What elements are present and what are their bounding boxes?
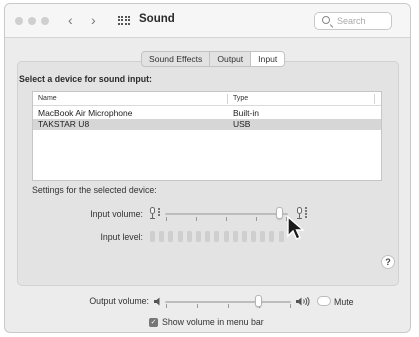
microphone-low-icon bbox=[148, 207, 158, 220]
mouse-pointer-icon bbox=[287, 215, 305, 240]
input-volume-track[interactable] bbox=[165, 213, 288, 215]
device-name: MacBook Air Microphone bbox=[38, 108, 133, 118]
level-segment bbox=[186, 231, 192, 242]
title-bar: ‹ › Sound Search bbox=[5, 4, 410, 38]
input-device-table: Name Type MacBook Air Microphone Built-i… bbox=[32, 91, 382, 181]
column-divider bbox=[374, 94, 375, 104]
level-segment bbox=[232, 231, 238, 242]
slider-tick bbox=[166, 217, 167, 221]
level-segment bbox=[214, 231, 220, 242]
zoom-window-button[interactable] bbox=[41, 17, 49, 25]
device-name: TAKSTAR U8 bbox=[38, 119, 90, 129]
input-volume-thumb[interactable] bbox=[275, 207, 283, 219]
sound-preferences-window: ‹ › Sound Search Sound Effects Output In… bbox=[4, 3, 411, 333]
slider-tick bbox=[197, 304, 198, 308]
level-segment bbox=[241, 231, 247, 242]
forward-button[interactable]: › bbox=[91, 13, 96, 27]
device-type: USB bbox=[233, 119, 251, 129]
minimize-window-button[interactable] bbox=[28, 17, 36, 25]
slider-tick bbox=[196, 217, 197, 221]
level-segment bbox=[150, 231, 155, 242]
device-type: Built-in bbox=[233, 108, 259, 118]
output-volume-thumb[interactable] bbox=[254, 295, 262, 307]
level-segment bbox=[278, 231, 284, 242]
speaker-low-icon bbox=[154, 297, 160, 306]
input-volume-label: Input volume: bbox=[90, 209, 143, 219]
level-segment bbox=[251, 231, 257, 242]
device-select-heading: Select a device for sound input: bbox=[19, 74, 152, 84]
search-field[interactable]: Search bbox=[314, 12, 392, 30]
device-row-takstar-u8[interactable]: TAKSTAR U8 USB bbox=[33, 119, 381, 130]
show-all-grid-icon[interactable] bbox=[118, 16, 130, 26]
column-divider bbox=[227, 94, 228, 104]
level-segment bbox=[223, 231, 229, 242]
level-segment bbox=[260, 231, 266, 242]
slider-tick bbox=[166, 304, 167, 308]
mute-toggle[interactable] bbox=[317, 296, 331, 306]
slider-tick bbox=[228, 304, 229, 308]
device-row-macbook-air-microphone[interactable]: MacBook Air Microphone Built-in bbox=[33, 108, 381, 119]
search-icon bbox=[322, 16, 330, 24]
level-segment bbox=[205, 231, 211, 242]
close-window-button[interactable] bbox=[15, 17, 23, 25]
show-volume-label: Show volume in menu bar bbox=[162, 317, 264, 327]
tab-sound-effects[interactable]: Sound Effects bbox=[142, 52, 211, 66]
level-segment bbox=[177, 231, 183, 242]
slider-tick bbox=[226, 217, 227, 221]
show-volume-checkbox[interactable]: ✓ bbox=[149, 318, 158, 327]
output-volume-label: Output volume: bbox=[89, 296, 149, 306]
level-segment bbox=[168, 231, 174, 242]
mute-label: Mute bbox=[334, 297, 354, 307]
back-button[interactable]: ‹ bbox=[68, 13, 73, 27]
column-header-type[interactable]: Type bbox=[233, 95, 248, 102]
help-button[interactable]: ? bbox=[381, 255, 395, 269]
window-title: Sound bbox=[139, 13, 175, 25]
tab-output[interactable]: Output bbox=[210, 52, 252, 66]
level-segment bbox=[159, 231, 165, 242]
column-header-name[interactable]: Name bbox=[38, 95, 57, 102]
slider-tick bbox=[290, 304, 291, 308]
tab-bar: Sound Effects Output Input bbox=[141, 51, 286, 67]
slider-tick bbox=[256, 217, 257, 221]
speaker-high-icon bbox=[296, 297, 310, 306]
level-segment bbox=[269, 231, 275, 242]
search-placeholder: Search bbox=[337, 16, 366, 26]
output-volume-track[interactable] bbox=[165, 301, 291, 303]
input-level-meter bbox=[150, 231, 284, 242]
mic-level-dots-icon bbox=[158, 208, 160, 220]
device-settings-label: Settings for the selected device: bbox=[32, 185, 157, 195]
input-level-label: Input level: bbox=[100, 232, 143, 242]
tab-input[interactable]: Input bbox=[251, 52, 285, 66]
table-header: Name Type bbox=[33, 92, 381, 106]
level-segment bbox=[195, 231, 201, 242]
